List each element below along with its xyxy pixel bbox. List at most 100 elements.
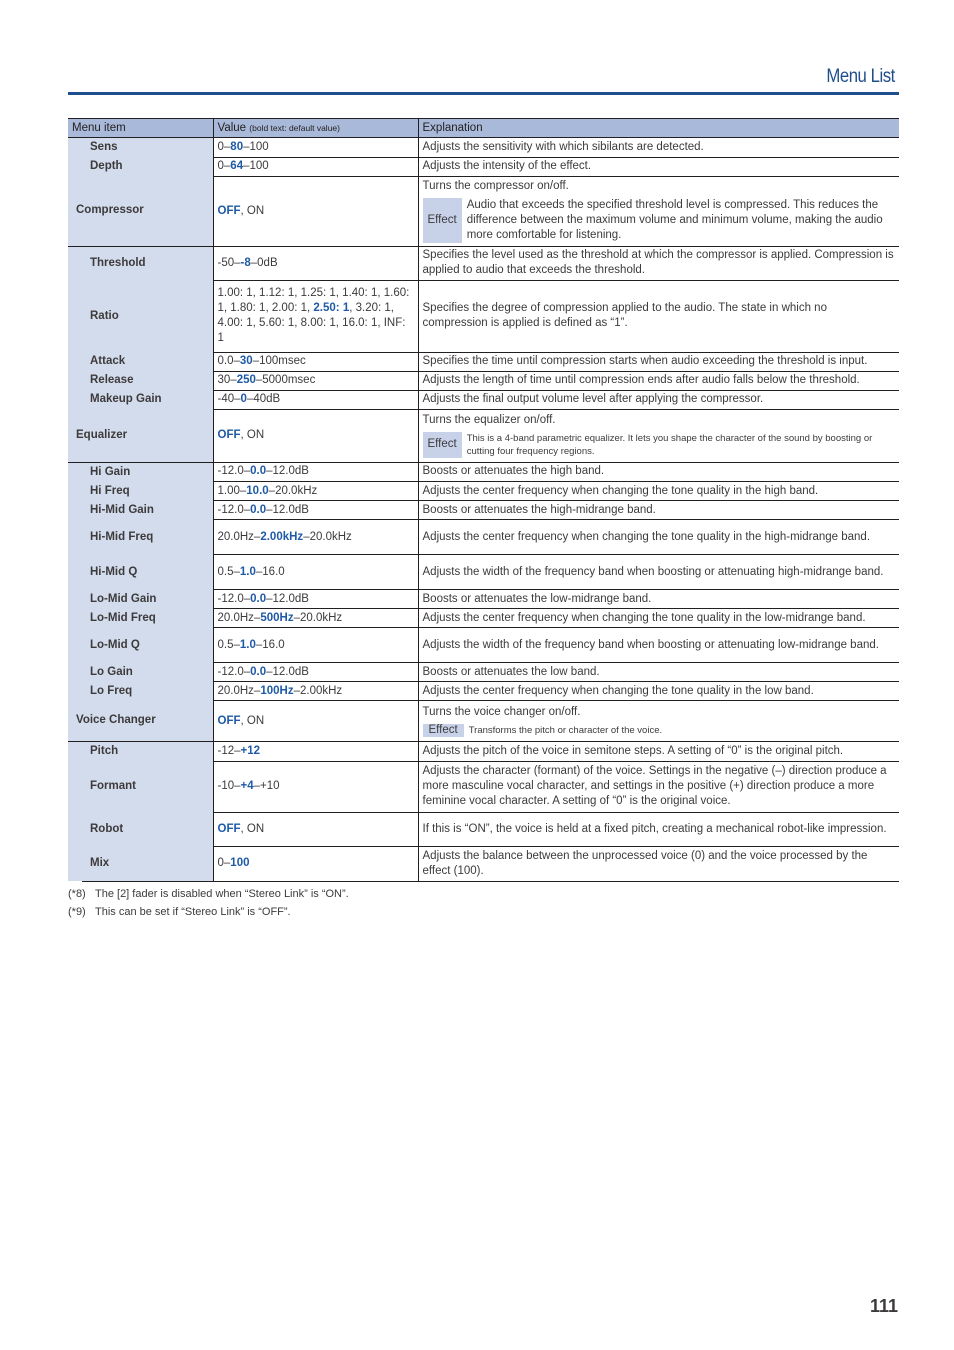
table-row: Compressor OFF, ON Turns the compressor on…: [68, 176, 899, 247]
value-cell: -12.0–0.0–12.0dB: [212, 589, 419, 609]
explanation-cell: Boosts or attenuates the high band.: [418, 462, 899, 482]
default-value: -8: [240, 256, 251, 269]
value-cell: 0.5–1.0–16.0: [212, 627, 419, 663]
menu-item-label: Mix: [90, 857, 110, 869]
table-row: Hi Freq 1.00–10.0–20.0kHz Adjusts the cent…: [68, 481, 899, 502]
explanation-text: If this is “ON”, the voice is held at a …: [422, 822, 887, 835]
value-text: 0–: [217, 140, 231, 153]
column-header-value-label: Value: [217, 121, 247, 134]
explanation-text: Adjusts the width of the frequency band …: [422, 638, 879, 651]
table-row: Threshold -50–-8–0dB Specifies the level u…: [68, 246, 899, 281]
value-cell: 20.0Hz–100Hz–2.00kHz: [212, 681, 419, 701]
value-cell: -10–+4–+10: [212, 761, 419, 813]
explanation-cell: If this is “ON”, the voice is held at a …: [418, 812, 899, 847]
menu-item-cell: Lo-Mid Q: [68, 627, 213, 664]
column-header-menu-item: Menu item: [68, 118, 213, 138]
table-row: Robot OFF, ON If this is “ON”, the voice i…: [68, 812, 899, 847]
menu-item-cell: Makeup Gain: [68, 390, 213, 410]
value-text: , ON: [240, 822, 265, 835]
menu-item-cell: Hi-Mid Q: [68, 554, 213, 591]
value-text: , ON: [240, 714, 265, 727]
page-number: 111: [869, 1296, 898, 1316]
effect-description: This is a 4-band parametric equalizer. I…: [466, 432, 873, 457]
value-text: –20.0kHz: [303, 530, 352, 543]
explanation-text: Adjusts the width of the frequency band …: [422, 565, 884, 578]
explanation-cell: Adjusts the character (formant) of the v…: [418, 761, 899, 813]
explanation-text: Boosts or attenuates the high band.: [422, 465, 605, 478]
default-value: +4: [240, 780, 254, 792]
row-divider: [82, 881, 213, 882]
explanation-text: Adjusts the final output volume level af…: [422, 393, 764, 405]
table-row: Lo Gain -12.0–0.0–12.0dB Boosts or attenua…: [68, 662, 899, 683]
value-text: –0dB: [250, 256, 278, 269]
footnote-mark: (*8): [68, 888, 86, 900]
table-header-row: Menu item Value (bold text: default valu…: [68, 118, 899, 138]
footnote-text: This can be set if “Stereo Link” is “OFF…: [95, 906, 291, 918]
menu-item-label: Compressor: [76, 204, 144, 217]
explanation-text: Turns the compressor on/off.: [422, 179, 569, 192]
explanation-cell: Adjusts the final output volume level af…: [418, 390, 899, 410]
table-row: Voice Changer OFF, ON Turns the voice chan…: [68, 700, 899, 742]
menu-item-label: Release: [90, 374, 134, 386]
footnotes: (*8) The [2] fader is disabled when “Ster…: [68, 885, 349, 921]
explanation-text: Adjusts the length of time until compres…: [422, 374, 860, 386]
page-section-title: Menu List: [826, 66, 895, 87]
menu-item-label: Threshold: [90, 256, 146, 269]
effect-badge: Effect: [422, 197, 462, 243]
explanation-cell: Specifies the time until compression sta…: [418, 352, 899, 372]
value-text: 0.5–: [217, 638, 240, 651]
default-value: 0.0: [250, 465, 267, 478]
default-value: 100: [230, 857, 250, 869]
menu-item-cell: Compressor: [68, 176, 213, 247]
explanation-cell: Boosts or attenuates the low band.: [418, 662, 899, 682]
value-text: , ON: [240, 204, 265, 217]
effect-description: Audio that exceeds the specified thresho…: [466, 198, 883, 241]
explanation-cell: Adjusts the center frequency when changi…: [418, 608, 899, 628]
value-cell: -12.0–0.0–12.0dB: [212, 462, 419, 482]
value-text: –100msec: [252, 355, 306, 367]
value-cell: 0.5–1.0–16.0: [212, 554, 419, 590]
value-cell: 20.0Hz–500Hz–20.0kHz: [212, 608, 419, 628]
menu-item-cell: Hi Freq: [68, 481, 213, 502]
value-cell: 30–250–5000msec: [212, 371, 419, 391]
column-header-value-note: (bold text: default value): [249, 122, 340, 133]
value-text: -12.0–: [217, 465, 251, 478]
value-text: 20.0Hz–: [217, 684, 261, 697]
explanation-text: Adjusts the center frequency when changi…: [422, 611, 866, 624]
explanation-text: Specifies the degree of compression appl…: [422, 302, 827, 329]
explanation-text: Specifies the level used as the threshol…: [422, 249, 894, 276]
explanation-text: Adjusts the balance between the unproces…: [422, 849, 868, 877]
value-cell: OFF, ON: [212, 409, 419, 463]
explanation-cell: Adjusts the width of the frequency band …: [418, 627, 899, 663]
default-value: +12: [240, 744, 261, 757]
value-text: –12.0dB: [266, 465, 309, 478]
value-text: -12.0–: [217, 592, 251, 605]
column-header-explanation: Explanation: [417, 118, 899, 138]
explanation-cell: Adjusts the intensity of the effect.: [418, 157, 899, 177]
explanation-text: Boosts or attenuates the low-midrange ba…: [422, 592, 652, 605]
table-row: Makeup Gain -40–0–40dB Adjusts the final o…: [68, 390, 899, 410]
menu-item-cell: Robot: [68, 812, 213, 847]
value-text: 30–: [217, 374, 237, 386]
menu-item-label: Equalizer: [76, 428, 128, 441]
menu-item-label: Hi Gain: [90, 465, 131, 478]
explanation-cell: Adjusts the length of time until compres…: [418, 371, 899, 391]
menu-item-cell: Formant: [68, 761, 213, 813]
explanation-text: Adjusts the sensitivity with which sibil…: [422, 140, 704, 153]
value-text: 20.0Hz–: [217, 611, 261, 624]
value-cell: OFF, ON: [212, 812, 419, 847]
table-row: Lo Freq 20.0Hz–100Hz–2.00kHz Adjusts the c…: [68, 681, 899, 702]
table-row: Lo-Mid Freq 20.0Hz–500Hz–20.0kHz Adjusts t…: [68, 608, 899, 629]
menu-item-label: Pitch: [90, 745, 119, 757]
menu-item-label: Lo Gain: [90, 665, 133, 678]
footnote: (*8) The [2] fader is disabled when “Ster…: [68, 885, 349, 903]
menu-item-cell: Lo-Mid Freq: [68, 608, 213, 629]
value-cell: 0–100: [212, 846, 419, 882]
footnote-mark: (*9): [68, 906, 86, 918]
value-cell: -40–0–40dB: [212, 390, 419, 410]
table-row: Mix 0–100 Adjusts the balance between the …: [68, 846, 899, 882]
menu-item-label: Robot: [90, 822, 124, 835]
value-text: –12.0dB: [266, 665, 309, 678]
default-value: 80: [230, 140, 244, 153]
menu-item-label: Attack: [90, 355, 126, 367]
